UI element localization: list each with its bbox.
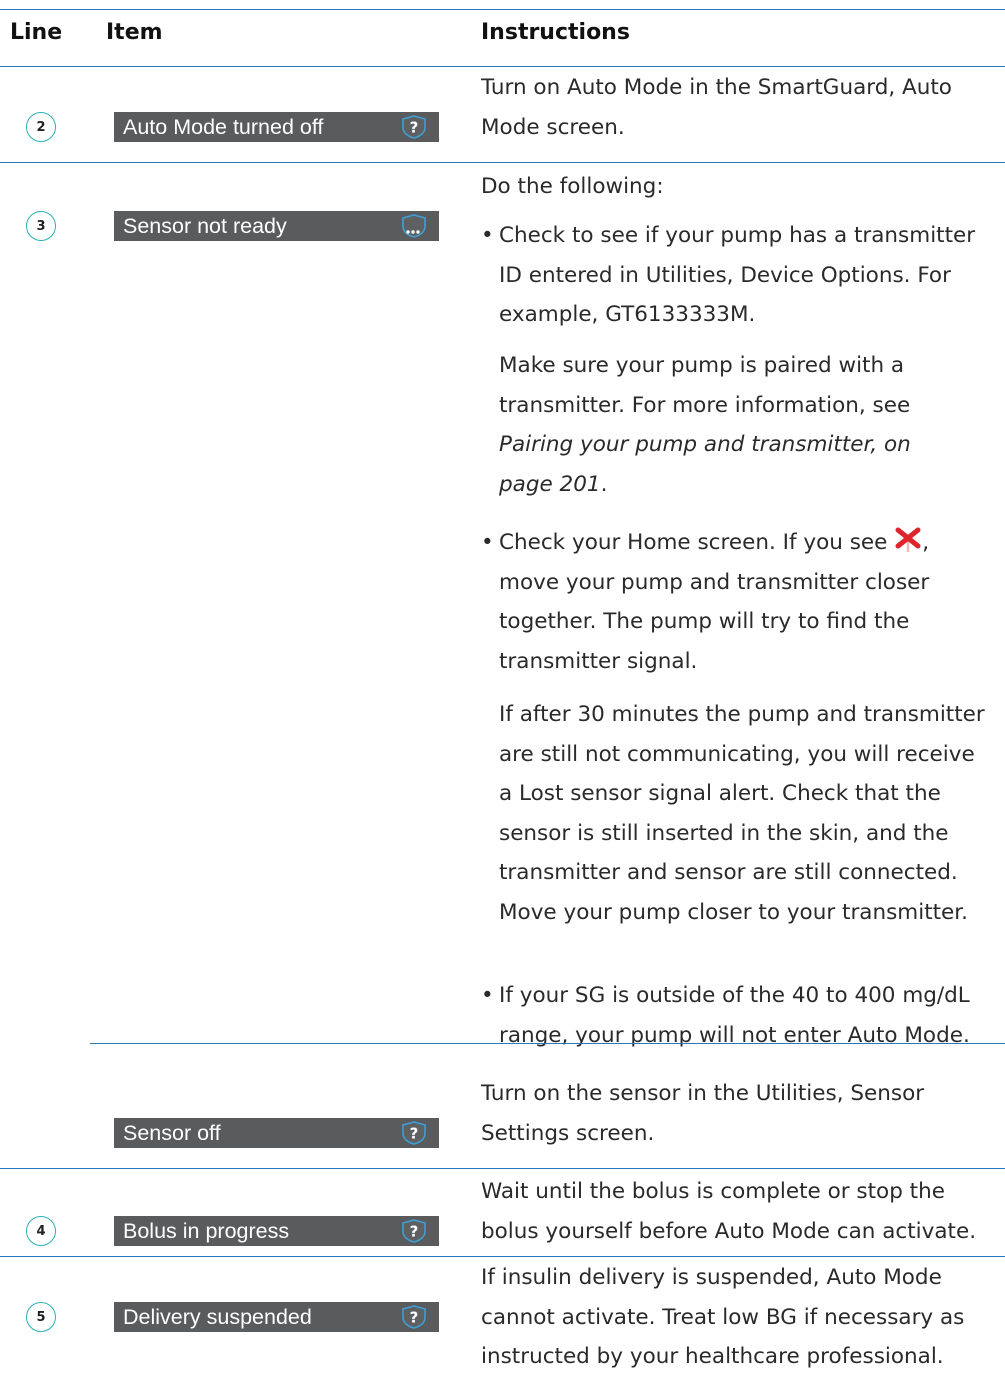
instruction-lost-signal-note: If after 30 minutes the pump and transmi… [499, 702, 985, 925]
instruction-bullet-transmitter-id: Check to see if your pump has a transmit… [499, 223, 976, 328]
line-number-2: 2 [26, 112, 56, 142]
status-label: Bolus in progress [123, 1218, 290, 1243]
top-rule [0, 9, 1005, 10]
status-label: Sensor off [123, 1120, 221, 1145]
status-banner-sensor-not-ready: Sensor not ready [114, 211, 439, 241]
question-shield-icon: ? [402, 1121, 426, 1145]
pairing-reference-link[interactable]: Pairing your pump and transmitter, on pa… [499, 432, 911, 497]
instruction-bullet-home-screen: Check your Home screen. If you see , mov… [499, 523, 949, 681]
row-rule [0, 1168, 1005, 1169]
row-rule [0, 1256, 1005, 1257]
question-shield-icon: ? [402, 1219, 426, 1243]
question-shield-icon: ? [402, 115, 426, 139]
lost-signal-icon [895, 527, 921, 552]
status-banner-bolus-in-progress: Bolus in progress ? [114, 1216, 439, 1246]
line-number-4: 4 [26, 1216, 56, 1246]
line-number-3: 3 [26, 211, 56, 241]
row-rule [0, 162, 1005, 163]
waiting-shield-icon [402, 214, 426, 238]
instruction-pairing-note: Make sure your pump is paired with a tra… [499, 353, 911, 497]
svg-text:?: ? [410, 1223, 419, 1241]
status-banner-sensor-off: Sensor off ? [114, 1118, 439, 1148]
line-number-5: 5 [26, 1302, 56, 1332]
status-banner-delivery-suspended: Delivery suspended ? [114, 1302, 439, 1332]
status-label: Sensor not ready [123, 213, 287, 238]
column-header-item: Item [106, 20, 163, 45]
status-label: Delivery suspended [123, 1304, 312, 1329]
question-shield-icon: ? [402, 1305, 426, 1329]
svg-text:?: ? [410, 119, 419, 137]
status-banner-auto-mode-off: Auto Mode turned off ? [114, 112, 439, 142]
svg-text:?: ? [410, 1125, 419, 1143]
bullet-marker: • [481, 223, 494, 248]
bullet-marker: • [481, 530, 494, 555]
bullet-marker: • [481, 983, 494, 1008]
column-header-line: Line [10, 20, 63, 45]
status-label: Auto Mode turned off [123, 114, 324, 139]
instruction-row-2: Turn on Auto Mode in the SmartGuard, Aut… [481, 75, 952, 140]
instruction-intro: Do the following: [481, 174, 664, 199]
header-rule [0, 66, 1005, 67]
row-rule-partial [90, 1043, 1005, 1044]
svg-text:?: ? [410, 1309, 419, 1327]
instruction-row-5: If insulin delivery is suspended, Auto M… [481, 1265, 965, 1370]
instruction-row-4: Wait until the bolus is complete or stop… [481, 1179, 977, 1244]
instruction-sensor-off: Turn on the sensor in the Utilities, Sen… [481, 1081, 925, 1146]
column-header-instructions: Instructions [481, 20, 630, 45]
